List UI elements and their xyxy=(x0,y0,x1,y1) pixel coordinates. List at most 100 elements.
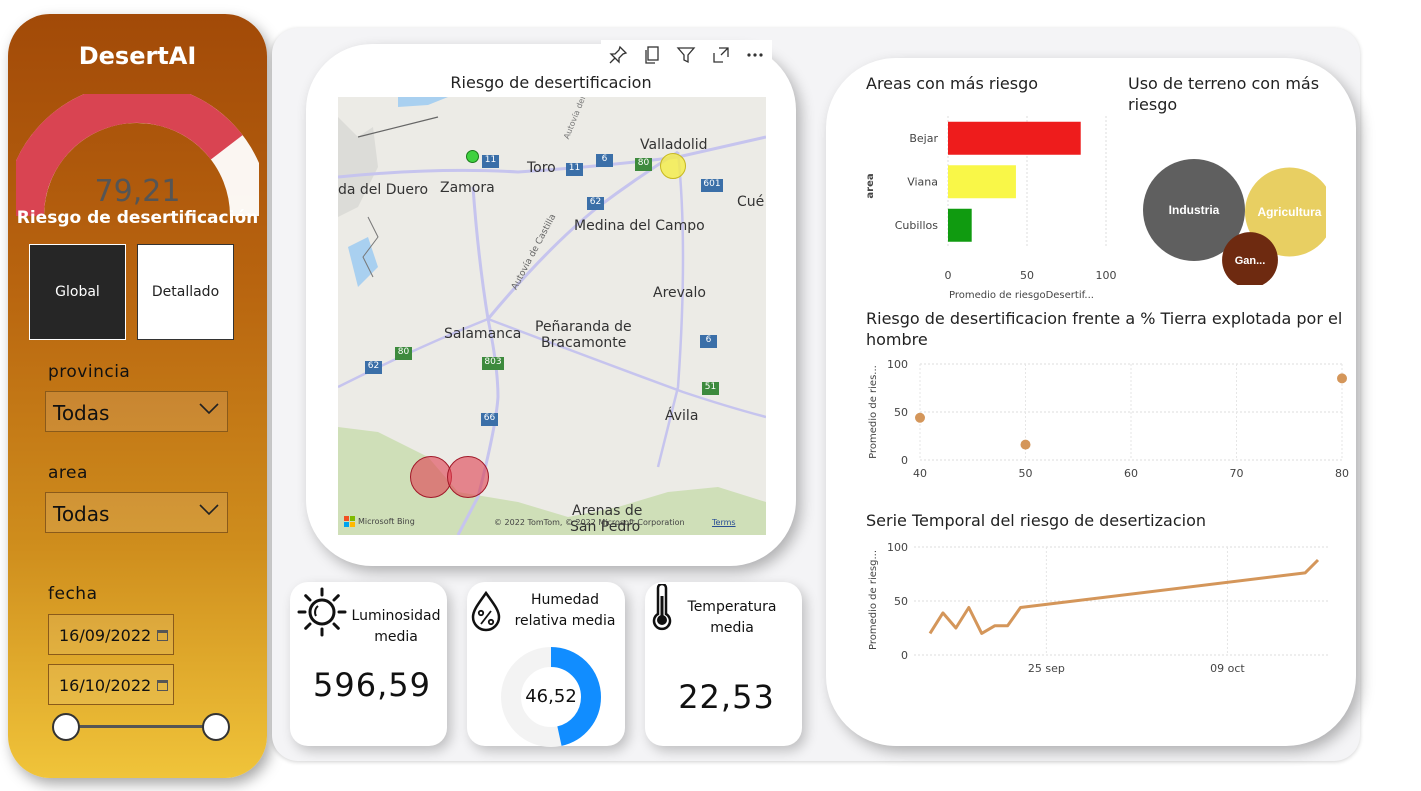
map-label-bracamonte: Bracamonte xyxy=(541,335,627,351)
gauge-value: 79,21 xyxy=(94,174,181,209)
scatter-point[interactable] xyxy=(915,412,925,423)
humedad-label-2: relativa media xyxy=(514,613,616,629)
start-date-input[interactable]: 16/09/2022 xyxy=(48,614,174,655)
app-title: DesertAI xyxy=(78,42,197,70)
line-x-tick: 09 oct xyxy=(1210,662,1245,675)
microsoft-logo-icon xyxy=(344,516,355,527)
road-shield: 803 xyxy=(482,357,504,370)
provincia-value: Todas xyxy=(53,401,110,425)
filter-sidebar: DesertAI 79,21 Riesgo de desertificación… xyxy=(8,14,267,778)
global-button[interactable]: Global xyxy=(29,244,126,340)
scatter-point[interactable] xyxy=(1020,439,1031,450)
map-title: Riesgo de desertificacion xyxy=(450,73,652,92)
map-label-medina: Medina del Campo xyxy=(574,218,705,234)
calendar-icon[interactable] xyxy=(157,630,168,641)
calendar-icon[interactable] xyxy=(157,680,168,691)
temperatura-label-2: media xyxy=(710,620,754,636)
map-label-duero: da del Duero xyxy=(338,182,429,198)
terms-link[interactable]: Terms xyxy=(712,518,736,527)
scatter-x-tick: 40 xyxy=(913,467,927,480)
date-slider-end-handle[interactable] xyxy=(202,713,230,741)
line-y-axis-title: Promedio de riesg... xyxy=(868,550,879,650)
scatter-point[interactable] xyxy=(1337,373,1347,384)
map-label-zamora: Zamora xyxy=(440,180,495,196)
end-date-input[interactable]: 16/10/2022 xyxy=(48,664,174,705)
chevron-down-icon xyxy=(199,504,219,516)
expand-icon[interactable] xyxy=(711,45,731,65)
map-label-avila: Ávila xyxy=(665,408,699,424)
areas-bar-chart[interactable]: 0 50 100 Bejar Viana Cubillos area Promedio … xyxy=(862,108,1122,304)
map-label-penaranda: Peñaranda de xyxy=(535,319,632,335)
temperatura-label-1: Temperatura xyxy=(687,599,777,615)
more-icon[interactable] xyxy=(745,45,765,65)
bing-brand: Microsoft Bing xyxy=(358,517,415,526)
scatter-y-axis-title: Promedio de ries... xyxy=(868,365,879,459)
scatter-y-tick: 50 xyxy=(894,406,908,419)
date-slider-track[interactable] xyxy=(66,725,216,728)
road-shield: 66 xyxy=(481,413,498,426)
map-label-arenas: Arenas de xyxy=(572,503,643,519)
bar-bejar[interactable] xyxy=(948,121,1081,155)
temperatura-value: 22,53 xyxy=(678,678,775,716)
map-label-arevalo: Arevalo xyxy=(653,285,706,301)
temperatura-card: Temperatura media 22,53 xyxy=(645,582,802,746)
road-shield: 62 xyxy=(365,361,382,374)
luminosidad-card: Luminosidad media 596,59 xyxy=(290,582,447,746)
road-shield: 11 xyxy=(566,163,583,176)
humedad-card: Humedad relativa media 46,52 xyxy=(467,582,625,747)
chevron-down-icon xyxy=(199,403,219,415)
scatter-chart-title: Riesgo de desertificacion frente a % Tie… xyxy=(866,309,1343,349)
map-attribution: © 2022 TomTom, © 2022 Microsoft Corporat… xyxy=(494,518,685,527)
humedad-value: 46,52 xyxy=(525,686,577,707)
land-use-bubble-chart[interactable]: Industria Agricultura Gan... xyxy=(1136,150,1326,285)
provincia-label: provincia xyxy=(48,362,131,382)
thermometer-icon xyxy=(652,584,672,631)
start-date-value: 16/09/2022 xyxy=(59,626,152,645)
bubble-label: Agricultura xyxy=(1257,205,1321,219)
bar-x-tick: 100 xyxy=(1096,269,1117,282)
sun-icon xyxy=(297,587,347,637)
fecha-label: fecha xyxy=(48,584,98,604)
area-select[interactable]: Todas xyxy=(45,492,228,533)
visual-toolbar xyxy=(601,40,772,70)
map-bubble-high[interactable] xyxy=(410,456,452,498)
risk-series-line[interactable] xyxy=(928,558,1320,635)
line-x-tick: 25 sep xyxy=(1028,662,1065,675)
risk-scatter-chart[interactable]: 0 50 100 40 50 60 70 80 Promedio de ries... xyxy=(862,352,1356,482)
road-shield: 601 xyxy=(701,179,723,192)
risk-map[interactable]: Valladolid Zamora Toro da del Duero Cué … xyxy=(338,97,766,535)
detallado-button[interactable]: Detallado xyxy=(137,244,234,340)
humedad-label-1: Humedad xyxy=(530,592,599,608)
bar-y-axis-title: area xyxy=(865,173,876,198)
provincia-select[interactable]: Todas xyxy=(45,391,228,432)
map-bubble-high[interactable] xyxy=(447,456,489,498)
bar-x-tick: 0 xyxy=(945,269,952,282)
gauge-label: Riesgo de desertificación xyxy=(16,208,259,228)
pin-icon[interactable] xyxy=(608,45,628,65)
filter-icon[interactable] xyxy=(676,45,696,65)
bar-viana[interactable] xyxy=(948,165,1016,199)
bar-cubillos[interactable] xyxy=(948,208,972,242)
bar-x-tick: 50 xyxy=(1020,269,1034,282)
map-label-valladolid: Valladolid xyxy=(640,137,708,153)
map-label-toro: Toro xyxy=(527,160,556,176)
date-slider-start-handle[interactable] xyxy=(52,713,80,741)
luminosidad-label-2: media xyxy=(374,629,418,645)
scatter-x-tick: 50 xyxy=(1019,467,1033,480)
map-bubble-medium[interactable] xyxy=(660,153,686,179)
road-shield: 80 xyxy=(395,347,412,360)
bubble-chart-title: Uso de terreno con más riesgo xyxy=(1128,74,1320,114)
map-label-cuellar: Cué xyxy=(737,194,765,210)
bing-logo: Microsoft Bing xyxy=(344,516,415,527)
bubble-label: Industria xyxy=(1169,203,1220,217)
map-bubble-low[interactable] xyxy=(466,150,479,163)
scatter-y-tick: 0 xyxy=(901,454,908,467)
scatter-x-tick: 80 xyxy=(1335,467,1349,480)
line-y-tick: 100 xyxy=(887,541,908,554)
end-date-value: 16/10/2022 xyxy=(59,676,152,695)
risk-timeseries-chart[interactable]: 0 50 100 25 sep 09 oct Promedio de riesg... xyxy=(862,534,1342,684)
bar-x-axis-title: Promedio de riesgoDesertif... xyxy=(949,290,1094,301)
copy-icon[interactable] xyxy=(642,45,662,65)
scatter-x-tick: 70 xyxy=(1230,467,1244,480)
road-shield: 51 xyxy=(702,382,719,395)
